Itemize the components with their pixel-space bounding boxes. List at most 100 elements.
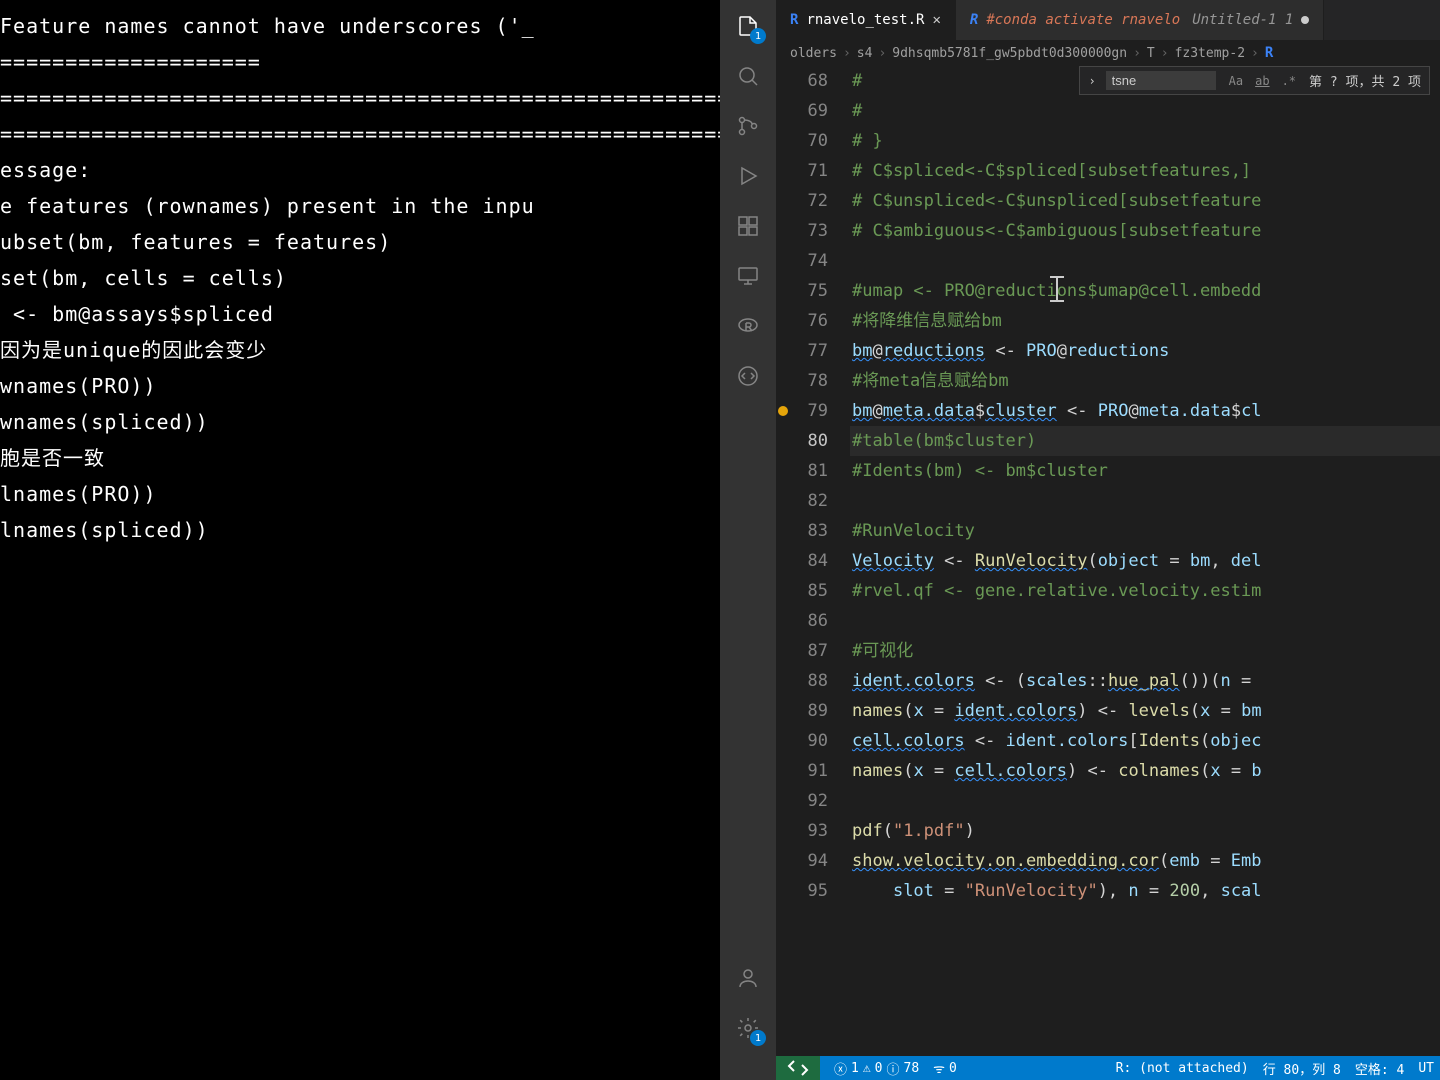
close-icon[interactable]: ✕ <box>932 12 940 28</box>
problems-button[interactable]: ⓧ1 ⚠0 ⓘ78 <box>834 1059 919 1078</box>
line-number[interactable]: 69 <box>776 96 828 126</box>
code-line[interactable]: # <box>850 96 1440 126</box>
tab-rnavelo-test[interactable]: R rnavelo_test.R ✕ <box>776 0 956 40</box>
line-number[interactable]: 87 <box>776 636 828 666</box>
line-number[interactable]: 70 <box>776 126 828 156</box>
code-content[interactable]: ### }# C$spliced<-C$spliced[subsetfeatur… <box>850 66 1440 1056</box>
line-number[interactable]: 93 <box>776 816 828 846</box>
code-line[interactable]: pdf("1.pdf") <box>850 816 1440 846</box>
line-number[interactable]: 91 <box>776 756 828 786</box>
code-line[interactable]: #rvel.qf <- gene.relative.velocity.estim <box>850 576 1440 606</box>
code-line[interactable]: #将meta信息赋给bm <box>850 366 1440 396</box>
line-number[interactable]: 88 <box>776 666 828 696</box>
find-widget[interactable]: › Aa ab .* 第 ? 项，共 2 项 <box>1079 66 1430 95</box>
code-line[interactable]: # C$unspliced<-C$unspliced[subsetfeature <box>850 186 1440 216</box>
explorer-badge: 1 <box>750 28 766 44</box>
remote-icon[interactable] <box>734 262 762 290</box>
code-line[interactable] <box>850 786 1440 816</box>
indentation[interactable]: 空格: 4 <box>1355 1059 1404 1078</box>
ports-button[interactable]: ᯤ0 <box>933 1059 957 1077</box>
terminal-line: wnames(PRO)) <box>0 368 720 404</box>
r-lang-icon[interactable] <box>734 312 762 340</box>
encoding[interactable]: UT <box>1418 1061 1434 1076</box>
terminal-pane[interactable]: Feature names cannot have underscores ('… <box>0 0 720 1080</box>
breadcrumb-item[interactable]: s4 <box>857 46 873 61</box>
whole-word-button[interactable]: ab <box>1252 73 1272 89</box>
code-line[interactable]: bm@reductions <- PRO@reductions <box>850 336 1440 366</box>
terminal-line: <- bm@assays$spliced <box>0 296 720 332</box>
line-number[interactable]: 73 <box>776 216 828 246</box>
match-case-button[interactable]: Aa <box>1226 73 1246 89</box>
cursor-position[interactable]: 行 80，列 8 <box>1263 1059 1341 1078</box>
line-number[interactable]: 92 <box>776 786 828 816</box>
line-number[interactable]: 68 <box>776 66 828 96</box>
chevron-right-icon: › <box>1161 46 1169 61</box>
find-count: 第 ? 项，共 2 项 <box>1309 71 1421 90</box>
chevron-right-icon: › <box>1251 46 1259 61</box>
r-file-icon: R <box>970 12 978 28</box>
extensions-icon[interactable] <box>734 212 762 240</box>
code-line[interactable]: #可视化 <box>850 636 1440 666</box>
breadcrumb-item[interactable]: fz3temp-2 <box>1175 46 1245 61</box>
line-number[interactable]: 86 <box>776 606 828 636</box>
line-number[interactable]: 85 <box>776 576 828 606</box>
code-line[interactable]: slot = "RunVelocity"), n = 200, scal <box>850 876 1440 906</box>
code-line[interactable]: # C$ambiguous<-C$ambiguous[subsetfeature <box>850 216 1440 246</box>
line-number[interactable]: 90 <box>776 726 828 756</box>
breadcrumb-item[interactable]: T <box>1147 46 1155 61</box>
code-icon[interactable] <box>734 362 762 390</box>
code-line[interactable]: #table(bm$cluster) <box>850 426 1440 456</box>
line-number[interactable]: 94 <box>776 846 828 876</box>
code-line[interactable]: cell.colors <- ident.colors[Idents(objec <box>850 726 1440 756</box>
code-line[interactable]: # } <box>850 126 1440 156</box>
line-number[interactable]: 80 <box>776 426 828 456</box>
code-area[interactable]: 6869707172737475767778798081828384858687… <box>776 66 1440 1056</box>
code-line[interactable]: #RunVelocity <box>850 516 1440 546</box>
search-icon[interactable] <box>734 62 762 90</box>
r-status[interactable]: R: (not attached) <box>1116 1061 1249 1076</box>
code-line[interactable]: ident.colors <- (scales::hue_pal())(n = <box>850 666 1440 696</box>
terminal-line: essage: <box>0 152 720 188</box>
line-number[interactable]: 84 <box>776 546 828 576</box>
line-number[interactable]: 95 <box>776 876 828 906</box>
code-line[interactable]: names(x = ident.colors) <- levels(x = bm <box>850 696 1440 726</box>
line-number[interactable]: 75 <box>776 276 828 306</box>
breadcrumb-item[interactable]: olders <box>790 46 837 61</box>
line-number[interactable]: 77 <box>776 336 828 366</box>
line-number[interactable]: 71 <box>776 156 828 186</box>
code-line[interactable]: # C$spliced<-C$spliced[subsetfeatures,] <box>850 156 1440 186</box>
chevron-right-icon[interactable]: › <box>1088 74 1095 88</box>
line-number[interactable]: 76 <box>776 306 828 336</box>
run-debug-icon[interactable] <box>734 162 762 190</box>
code-line[interactable]: names(x = cell.colors) <- colnames(x = b <box>850 756 1440 786</box>
tab-untitled[interactable]: R #conda activate rnavelo Untitled-1 1 <box>956 0 1324 40</box>
regex-button[interactable]: .* <box>1279 73 1299 89</box>
code-line[interactable]: bm@meta.data$cluster <- PRO@meta.data$cl <box>850 396 1440 426</box>
breadcrumb-item[interactable]: 9dhsqmb5781f_gw5pbdt0d300000gn <box>892 46 1127 61</box>
code-line[interactable]: #将降维信息赋给bm <box>850 306 1440 336</box>
code-line[interactable] <box>850 486 1440 516</box>
code-line[interactable]: show.velocity.on.embedding.cor(emb = Emb <box>850 846 1440 876</box>
line-number[interactable]: 82 <box>776 486 828 516</box>
code-line[interactable]: #umap <- PRO@reductions$umap@cell.embedd <box>850 276 1440 306</box>
line-number[interactable]: 78 <box>776 366 828 396</box>
find-input[interactable] <box>1106 71 1216 90</box>
code-line[interactable]: #Idents(bm) <- bm$cluster <box>850 456 1440 486</box>
line-number[interactable]: 74 <box>776 246 828 276</box>
line-number[interactable]: 79 <box>776 396 828 426</box>
code-line[interactable] <box>850 246 1440 276</box>
code-line[interactable] <box>850 606 1440 636</box>
remote-button[interactable] <box>776 1056 820 1080</box>
line-number[interactable]: 89 <box>776 696 828 726</box>
code-line[interactable]: Velocity <- RunVelocity(object = bm, del <box>850 546 1440 576</box>
source-control-icon[interactable] <box>734 112 762 140</box>
line-number[interactable]: 83 <box>776 516 828 546</box>
account-icon[interactable] <box>734 964 762 992</box>
line-number[interactable]: 81 <box>776 456 828 486</box>
breadcrumb[interactable]: olders › s4 › 9dhsqmb5781f_gw5pbdt0d3000… <box>776 40 1440 66</box>
broadcast-icon: ᯤ <box>933 1059 945 1077</box>
line-number[interactable]: 72 <box>776 186 828 216</box>
settings-icon[interactable]: 1 <box>734 1014 762 1042</box>
explorer-icon[interactable]: 1 <box>734 12 762 40</box>
editor-main: R rnavelo_test.R ✕ R #conda activate rna… <box>776 0 1440 1080</box>
